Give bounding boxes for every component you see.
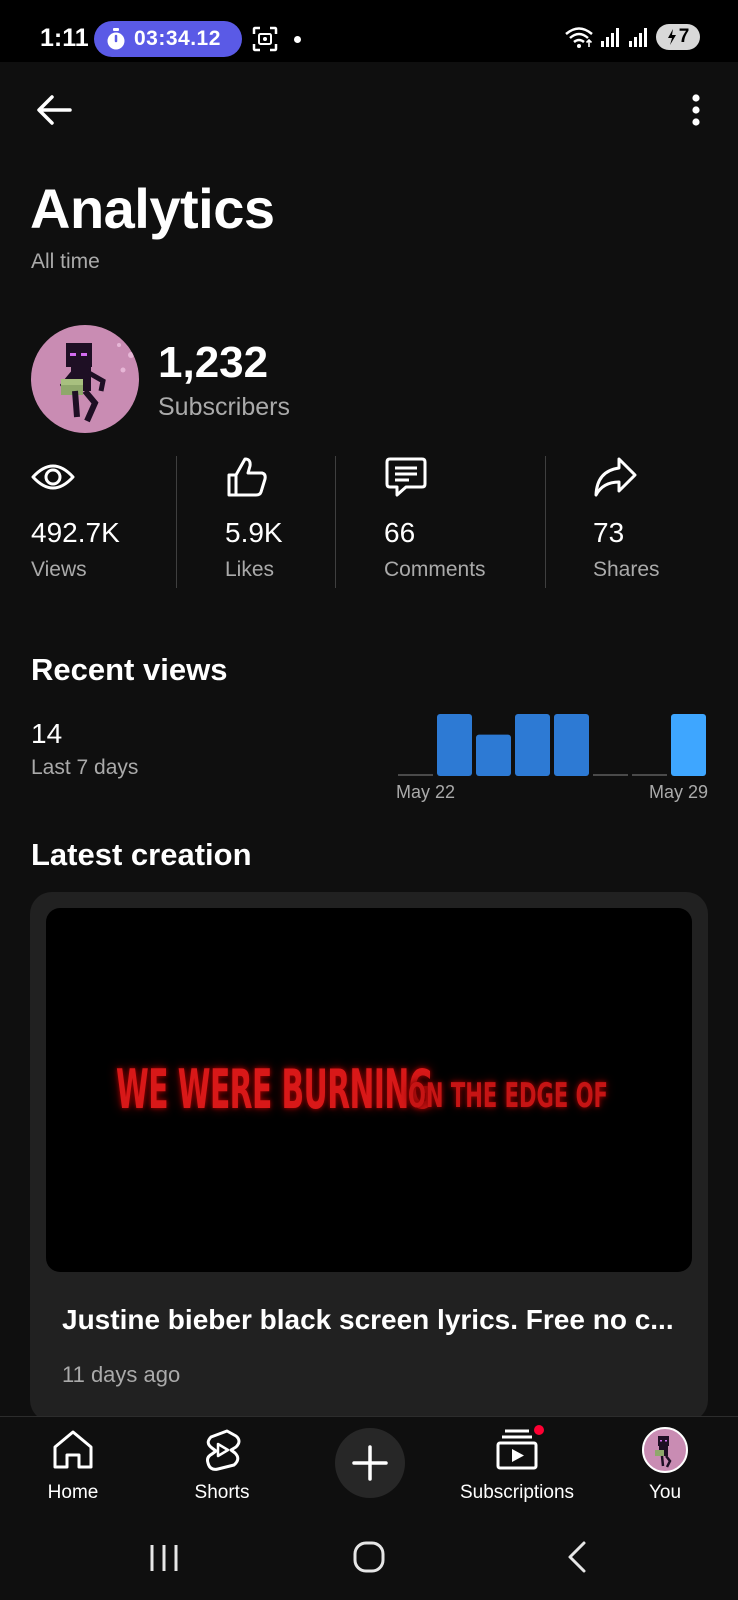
back-system-icon[interactable] (565, 1540, 589, 1574)
home-icon (53, 1430, 93, 1469)
screenshot-icon (252, 26, 278, 52)
subscribers-count: 1,232 (158, 338, 269, 387)
video-title[interactable]: Justine bieber black screen lyrics. Free… (62, 1304, 692, 1336)
time-range-label: All time (31, 250, 100, 273)
chart-tick-label: May 29 (649, 782, 708, 802)
nav-you[interactable]: You (595, 1427, 735, 1512)
battery-charging-icon: 7 (656, 24, 700, 50)
nav-home[interactable]: Home (3, 1427, 143, 1512)
chart-bar (671, 714, 706, 776)
shorts-icon (206, 1429, 241, 1471)
wifi-icon (565, 27, 593, 48)
nav-label: Shorts (194, 1482, 250, 1503)
chart-bar (437, 714, 472, 776)
stat-label: Likes (225, 558, 275, 581)
eye-icon (31, 464, 75, 490)
stat-value: 492.7K (31, 517, 120, 548)
video-thumbnail[interactable]: WE WERE BURNING ON THE EDGE OF (46, 908, 692, 1272)
recent-views-title: Recent views (31, 652, 228, 687)
recent-views-value: 14 (31, 718, 63, 749)
nav-subscriptions[interactable]: Subscriptions (447, 1423, 587, 1512)
timer-pill[interactable]: 03:34.12 (94, 21, 242, 57)
recent-views-chart[interactable]: May 22 May 29 (396, 700, 708, 810)
stat-label: Comments (384, 558, 486, 581)
chart-bar (593, 774, 628, 776)
recent-apps-icon[interactable] (148, 1542, 180, 1574)
subscribers-label: Subscribers (158, 393, 290, 421)
notification-dot (294, 36, 301, 43)
channel-avatar[interactable] (31, 325, 139, 433)
signal-icon-2 (629, 28, 647, 47)
latest-video-card[interactable]: WE WERE BURNING ON THE EDGE OF Justine b… (30, 892, 708, 1422)
chart-bar (398, 774, 433, 776)
stat-value: 73 (593, 517, 625, 548)
chart-tick-label: May 22 (396, 782, 455, 802)
chart-bar (554, 714, 589, 776)
video-age: 11 days ago (62, 1362, 181, 1387)
create-plus-icon (352, 1445, 388, 1481)
home-system-icon[interactable] (352, 1540, 386, 1574)
divider (545, 456, 546, 588)
thumbs-up-icon (227, 457, 267, 497)
subscriptions-notification-dot (532, 1423, 546, 1437)
recent-views-label: Last 7 days (31, 756, 139, 779)
divider (335, 456, 336, 588)
back-arrow-icon[interactable] (34, 90, 74, 130)
thumbnail-text: ON THE EDGE OF (408, 1076, 608, 1116)
status-bar: 1:11 03:34.12 7 (0, 0, 738, 62)
stopwatch-icon (107, 28, 125, 50)
create-button[interactable] (335, 1428, 405, 1498)
thumbnail-text: WE WERE BURNING (116, 1058, 433, 1121)
stat-label: Shares (593, 558, 660, 581)
timer-value: 03:34.12 (134, 27, 221, 50)
status-time: 1:11 (40, 24, 89, 52)
divider (176, 456, 177, 588)
stat-label: Views (31, 558, 87, 581)
nav-label: Subscriptions (459, 1482, 575, 1503)
system-nav-bar (0, 1516, 738, 1600)
latest-creation-title: Latest creation (31, 837, 252, 872)
nav-label: You (648, 1482, 682, 1503)
chart-bar (476, 734, 511, 776)
avatar (642, 1427, 688, 1473)
comment-icon (385, 457, 427, 497)
more-vert-icon[interactable] (684, 90, 708, 130)
battery-level: 7 (678, 26, 690, 47)
page-title: Analytics (30, 177, 275, 240)
nav-label: Home (47, 1482, 99, 1503)
nav-shorts[interactable]: Shorts (152, 1427, 292, 1512)
stat-value: 66 (384, 517, 416, 548)
chart-bar (632, 774, 667, 776)
stat-value: 5.9K (225, 517, 283, 548)
signal-icon (601, 28, 619, 47)
share-icon (594, 457, 637, 497)
chart-bar (515, 714, 550, 776)
status-right: 7 (564, 24, 700, 50)
